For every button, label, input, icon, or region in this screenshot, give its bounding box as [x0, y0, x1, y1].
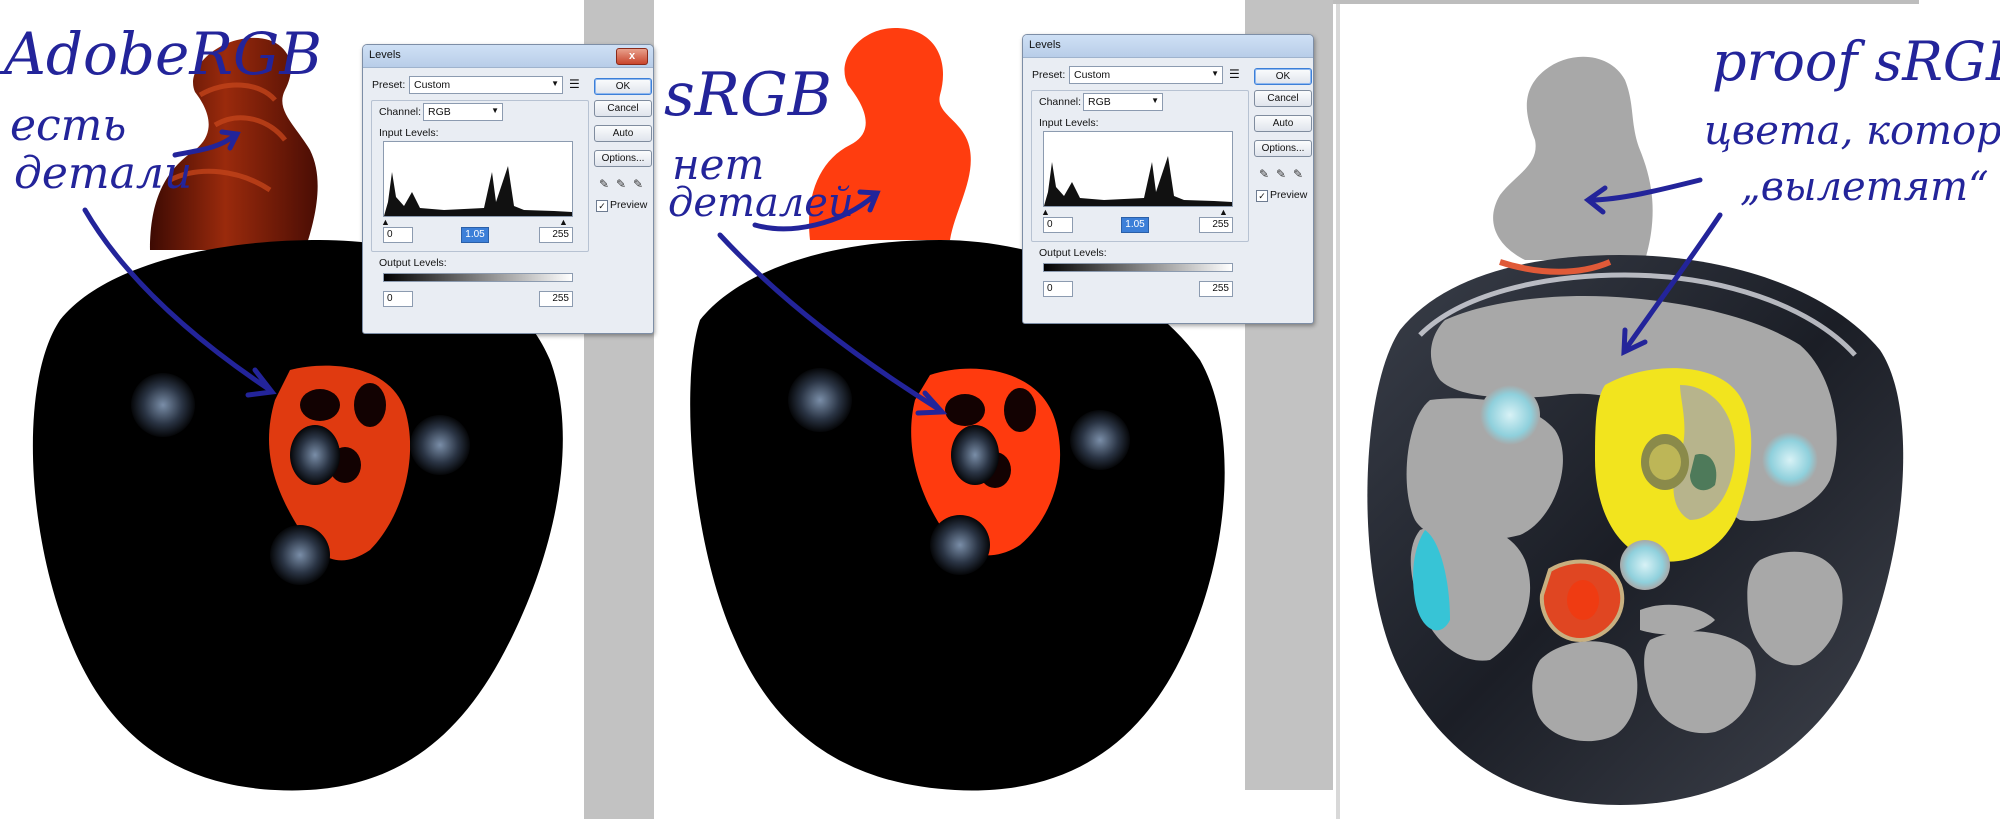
- options-button[interactable]: Options...: [1254, 140, 1312, 157]
- input-gamma-field[interactable]: 1.05: [461, 227, 489, 243]
- annotation-proof-title: proof sRGB: [1712, 30, 2000, 93]
- histogram: [1043, 131, 1233, 207]
- ok-button[interactable]: OK: [594, 78, 652, 95]
- output-white-field[interactable]: 255: [539, 291, 573, 307]
- annotation-adobergb-line1: есть: [10, 100, 127, 151]
- histogram: [383, 141, 573, 217]
- chevron-down-icon: ▼: [1151, 96, 1159, 105]
- chevron-down-icon: ▼: [1211, 69, 1219, 78]
- comparison-canvas: [32, 0, 2000, 819]
- annotation-proof-line1: цвета, которые: [1704, 108, 2000, 154]
- eyedropper-gray-icon[interactable]: ✎: [1274, 167, 1288, 181]
- white-point-slider[interactable]: ▲: [559, 217, 568, 227]
- preview-checkbox[interactable]: ✓: [1256, 190, 1268, 202]
- preview-label: Preview: [610, 199, 648, 211]
- auto-button[interactable]: Auto: [1254, 115, 1312, 132]
- eyedropper-black-icon[interactable]: ✎: [1257, 167, 1271, 181]
- output-levels-label: Output Levels:: [1039, 247, 1107, 259]
- output-gradient: [383, 273, 573, 282]
- input-levels-label: Input Levels:: [379, 127, 439, 139]
- preset-select[interactable]: Custom ▼: [1069, 66, 1223, 84]
- annotation-adobergb-title: AdobeRGB: [4, 20, 323, 88]
- input-black-field[interactable]: 0: [383, 227, 413, 243]
- separator-3: [1336, 0, 1340, 819]
- close-button[interactable]: x: [616, 48, 648, 65]
- preview-checkbox[interactable]: ✓: [596, 200, 608, 212]
- preset-menu-icon[interactable]: ☰: [569, 77, 580, 91]
- annotation-adobergb-line2: детали: [14, 148, 193, 199]
- annotation-srgb-title: sRGB: [664, 60, 832, 130]
- black-point-slider[interactable]: ▲: [381, 217, 390, 227]
- chevron-down-icon: ▼: [551, 79, 559, 88]
- input-white-field[interactable]: 255: [1199, 217, 1233, 233]
- cancel-button[interactable]: Cancel: [594, 100, 652, 117]
- channel-label: Channel:: [1039, 96, 1082, 108]
- channel-select[interactable]: RGB ▼: [1083, 93, 1163, 111]
- black-point-slider[interactable]: ▲: [1041, 207, 1050, 217]
- channel-value: RGB: [428, 106, 451, 118]
- white-point-slider[interactable]: ▲: [1219, 207, 1228, 217]
- channel-select[interactable]: RGB ▼: [423, 103, 503, 121]
- output-white-field[interactable]: 255: [1199, 281, 1233, 297]
- input-levels-label: Input Levels:: [1039, 117, 1099, 129]
- output-levels-label: Output Levels:: [379, 257, 447, 269]
- eyedropper-white-icon[interactable]: ✎: [1291, 167, 1305, 181]
- eyedropper-gray-icon[interactable]: ✎: [614, 177, 628, 191]
- preset-label: Preset:: [372, 79, 406, 91]
- dialog-title: Levels: [369, 49, 401, 61]
- options-button[interactable]: Options...: [594, 150, 652, 167]
- output-black-field[interactable]: 0: [383, 291, 413, 307]
- auto-button[interactable]: Auto: [594, 125, 652, 142]
- preset-menu-icon[interactable]: ☰: [1229, 67, 1240, 81]
- eyedropper-black-icon[interactable]: ✎: [597, 177, 611, 191]
- preview-label: Preview: [1270, 189, 1308, 201]
- channel-label: Channel:: [379, 106, 422, 118]
- dialog-title: Levels: [1029, 39, 1061, 51]
- dialog-titlebar[interactable]: Levels x: [363, 45, 653, 68]
- annotation-proof-line2: „вылетят“: [1740, 164, 1989, 210]
- chevron-down-icon: ▼: [491, 106, 499, 115]
- levels-dialog-1: Levels x Preset: Custom ▼ ☰ Channel: RGB…: [362, 44, 654, 334]
- preset-value: Custom: [414, 79, 451, 91]
- preset-label: Preset:: [1032, 69, 1066, 81]
- output-gradient: [1043, 263, 1233, 272]
- dialog-titlebar[interactable]: Levels: [1023, 35, 1313, 58]
- preset-value: Custom: [1074, 69, 1111, 81]
- input-white-field[interactable]: 255: [539, 227, 573, 243]
- output-black-field[interactable]: 0: [1043, 281, 1073, 297]
- ok-button[interactable]: OK: [1254, 68, 1312, 85]
- eyedropper-white-icon[interactable]: ✎: [631, 177, 645, 191]
- input-gamma-field[interactable]: 1.05: [1121, 217, 1149, 233]
- cancel-button[interactable]: Cancel: [1254, 90, 1312, 107]
- annotation-srgb-line2: деталей: [668, 180, 854, 226]
- preset-select[interactable]: Custom ▼: [409, 76, 563, 94]
- channel-value: RGB: [1088, 96, 1111, 108]
- levels-dialog-2: Levels Preset: Custom ▼ ☰ Channel: RGB ▼…: [1022, 34, 1314, 324]
- input-black-field[interactable]: 0: [1043, 217, 1073, 233]
